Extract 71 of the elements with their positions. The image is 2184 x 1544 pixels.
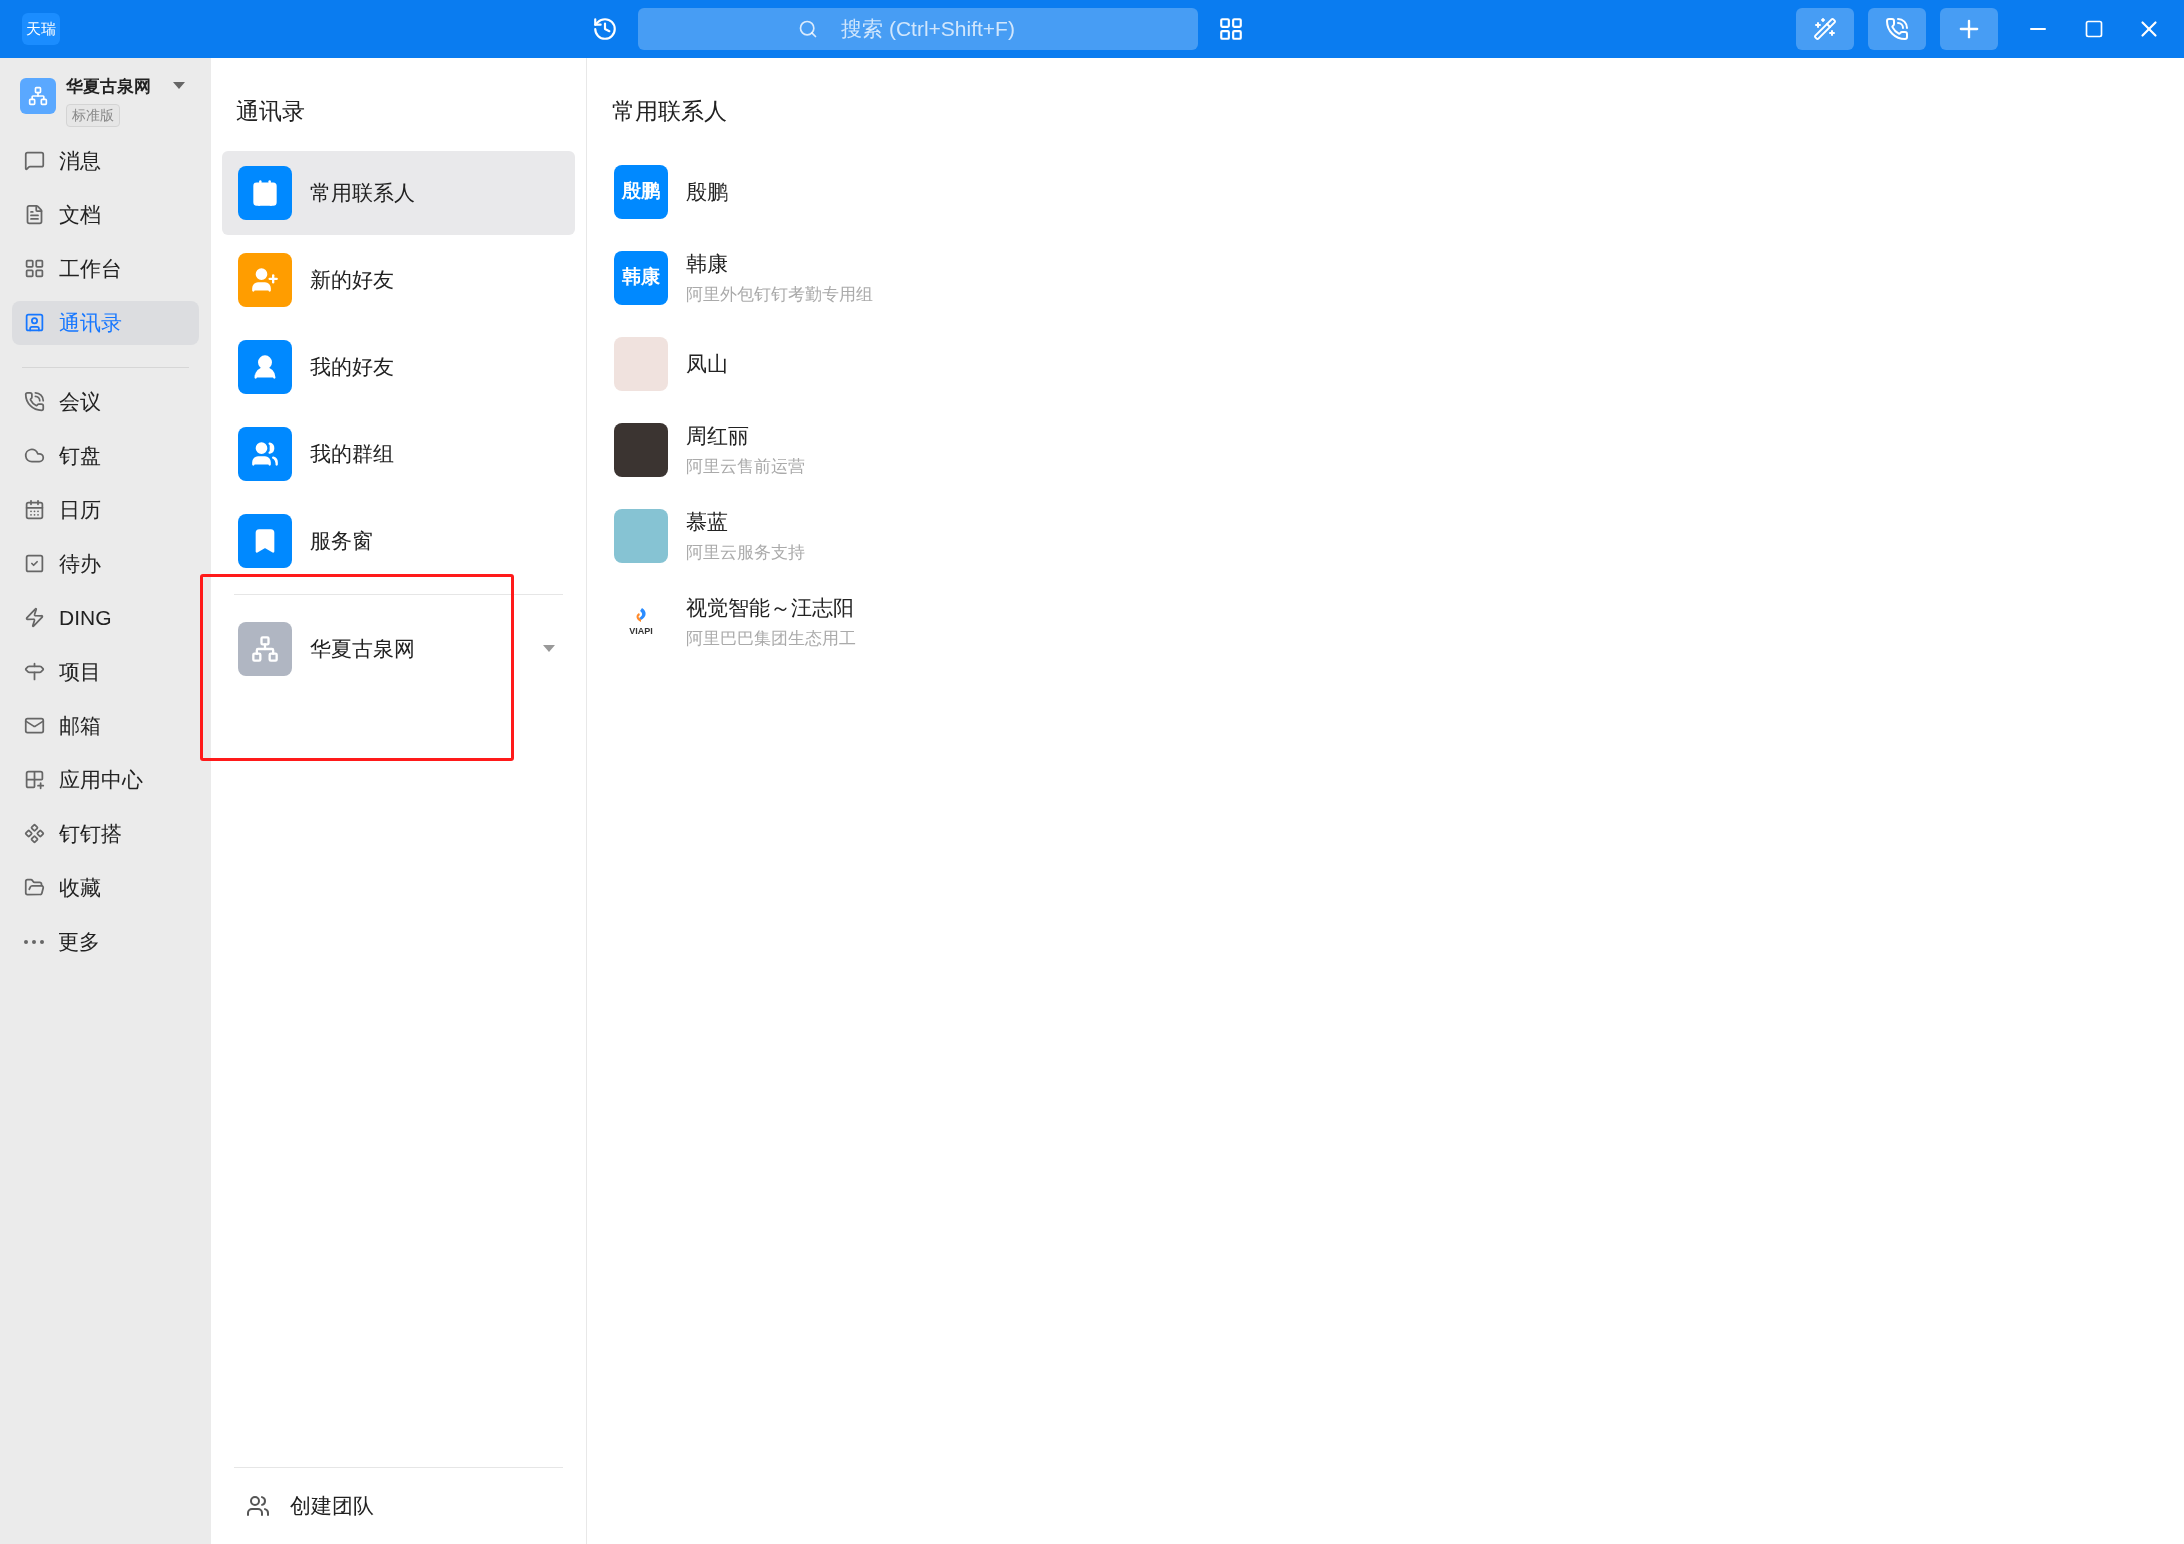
nav-item[interactable]: DING <box>12 595 199 640</box>
grid-icon <box>24 258 45 279</box>
nav-item[interactable]: 文档 <box>12 192 199 237</box>
magic-wand-icon <box>1813 17 1837 41</box>
nav-item[interactable]: 更多 <box>12 919 199 964</box>
contact-row[interactable]: 周红丽 阿里云售前运营 <box>612 406 2159 493</box>
menu-item[interactable]: 我的群组 <box>222 411 575 496</box>
menu-item[interactable]: 服务窗 <box>222 498 575 583</box>
contact-row[interactable]: 慕蓝 阿里云服务支持 <box>612 492 2159 579</box>
history-icon[interactable] <box>592 16 618 42</box>
calendar-icon <box>24 499 45 520</box>
add-button[interactable] <box>1940 8 1998 50</box>
contact-row[interactable]: 韩康 韩康 阿里外包钉钉考勤专用组 <box>612 234 2159 321</box>
panel-title: 常用联系人 <box>612 97 728 126</box>
nav-item[interactable]: 日历 <box>12 487 199 532</box>
nav-item[interactable]: 应用中心 <box>12 757 199 802</box>
phone-icon <box>1885 17 1909 41</box>
caret-icon[interactable] <box>173 82 185 90</box>
contact-row[interactable]: VIAPI 视觉智能～汪志阳 阿里巴巴集团生态用工 <box>612 578 2159 665</box>
nav-item[interactable]: 收藏 <box>12 865 199 910</box>
menu-item[interactable]: 新的好友 <box>222 237 575 322</box>
folder-icon <box>24 877 45 898</box>
checkbox-icon <box>24 553 45 574</box>
component-icon <box>24 823 45 844</box>
ellipsis-icon <box>24 939 44 944</box>
org-logo[interactable] <box>20 78 56 114</box>
contact-group: 阿里云售前运营 <box>686 453 805 479</box>
contact-group: 阿里云服务支持 <box>686 539 805 565</box>
menu-item[interactable]: 常用联系人 <box>222 150 575 235</box>
contact-name: 视觉智能～汪志阳 <box>686 595 855 621</box>
nav-item[interactable]: 钉盘 <box>12 433 199 478</box>
contact-card-icon <box>24 312 45 333</box>
maximize-icon[interactable] <box>2084 19 2104 39</box>
nav-item[interactable]: 会议 <box>12 379 199 424</box>
nav-item[interactable]: 项目 <box>12 649 199 694</box>
contact-group: 阿里巴巴集团生态用工 <box>686 625 856 651</box>
signpost-icon <box>24 661 45 682</box>
create-team-item[interactable]: 创建团队 <box>222 1468 575 1544</box>
grid-plus-icon <box>24 769 45 790</box>
nav-item[interactable]: 待办 <box>12 541 199 586</box>
magic-wand-button[interactable] <box>1796 8 1854 50</box>
panel-title: 通讯录 <box>236 97 306 126</box>
search-icon <box>798 19 818 39</box>
nav-item[interactable]: 邮箱 <box>12 703 199 748</box>
contact-group: 阿里外包钉钉考勤专用组 <box>686 281 873 307</box>
logo-text: VIAPI <box>629 627 653 636</box>
apps-grid-icon[interactable] <box>1218 16 1244 42</box>
mail-icon <box>24 715 45 736</box>
org-item[interactable]: 华夏古泉网 <box>222 606 575 691</box>
name-avatar: 殷鹏 <box>614 164 668 219</box>
contact-name: 凤山 <box>686 350 728 377</box>
document-icon <box>24 204 45 225</box>
phone-icon <box>24 391 45 412</box>
org-chart-icon <box>238 621 292 676</box>
org-name[interactable]: 华夏古泉网 <box>66 74 151 100</box>
nav-item[interactable]: 消息 <box>12 138 199 183</box>
contact-name: 韩康 <box>686 251 729 277</box>
phone-button[interactable] <box>1868 8 1926 50</box>
nav-item[interactable]: 工作台 <box>12 246 199 291</box>
caret-icon <box>543 644 555 653</box>
name-avatar: 韩康 <box>614 250 668 305</box>
contact-row[interactable]: 凤山 <box>612 320 2159 407</box>
contact-name: 周红丽 <box>686 423 750 449</box>
lightning-icon <box>24 607 45 628</box>
nav-item[interactable]: 钉钉搭 <box>12 811 199 856</box>
edition-badge: 标准版 <box>66 103 120 127</box>
contact-name: 慕蓝 <box>686 509 729 535</box>
chat-bubble-icon <box>24 150 45 171</box>
menu-item[interactable]: 我的好友 <box>222 324 575 409</box>
contact-row[interactable]: 殷鹏 殷鹏 <box>612 148 2159 235</box>
contact-name: 殷鹏 <box>686 178 728 205</box>
